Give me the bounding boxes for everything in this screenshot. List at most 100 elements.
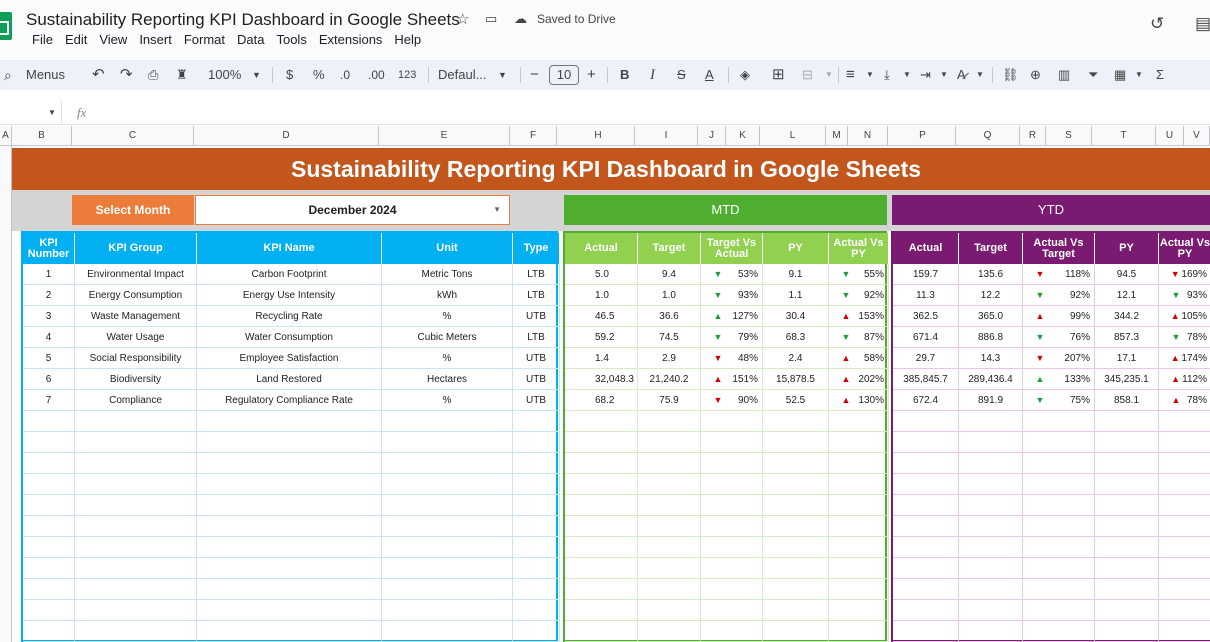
table-row[interactable]: 59.2 74.5 ▼ 79% 68.3 ▼ 87%: [565, 327, 889, 348]
search-icon[interactable]: ⌕: [4, 60, 12, 90]
empty-row[interactable]: [565, 411, 889, 432]
empty-row[interactable]: [23, 558, 560, 579]
column-header-u[interactable]: U: [1156, 126, 1184, 146]
font-family-select[interactable]: Defaul...: [438, 60, 486, 90]
align-chevron-down-icon[interactable]: ▼: [866, 60, 874, 90]
borders-icon[interactable]: ⊞: [772, 60, 785, 90]
table-row[interactable]: 4 Water Usage Water Consumption Cubic Meter…: [23, 327, 560, 348]
column-header-s[interactable]: S: [1046, 126, 1092, 146]
menu-help[interactable]: Help: [388, 32, 427, 48]
menus-search[interactable]: Menus: [26, 60, 65, 90]
table-row[interactable]: 1.4 2.9 ▼ 48% 2.4 ▲ 58%: [565, 348, 889, 369]
menu-tools[interactable]: Tools: [270, 32, 312, 48]
empty-row[interactable]: [565, 453, 889, 474]
filter-icon[interactable]: ⏷: [1088, 60, 1098, 90]
table-row[interactable]: 7 Compliance Regulatory Compliance Rate% UT…: [23, 390, 560, 411]
table-row[interactable]: 5 Social Responsibility Employee Satisfact…: [23, 348, 560, 369]
insert-comment-icon[interactable]: ⊕: [1030, 60, 1041, 90]
horizontal-align-icon[interactable]: ≡: [846, 60, 855, 90]
menu-data[interactable]: Data: [231, 32, 270, 48]
table-row[interactable]: 1.0 1.0 ▼ 93% 1.1 ▼ 92%: [565, 285, 889, 306]
menu-insert[interactable]: Insert: [133, 32, 178, 48]
column-header-b[interactable]: B: [12, 126, 72, 146]
column-header-q[interactable]: Q: [956, 126, 1020, 146]
table-row[interactable]: 362.5 365.0 ▲ 99% 344.2 ▲ 105%: [893, 306, 1210, 327]
increase-font-size-icon[interactable]: +: [587, 60, 596, 90]
print-icon[interactable]: ⎙: [148, 60, 158, 90]
empty-row[interactable]: [565, 432, 889, 453]
table-row[interactable]: 2 Energy Consumption Energy Use Intensity k…: [23, 285, 560, 306]
empty-row[interactable]: [893, 453, 1210, 474]
empty-row[interactable]: [565, 516, 889, 537]
wrap-chevron-down-icon[interactable]: ▼: [940, 60, 948, 90]
document-title[interactable]: Sustainability Reporting KPI Dashboard i…: [26, 10, 460, 30]
table-row[interactable]: 385,845.7 289,436.4 ▲ 133% 345,235.1 ▲ 112%: [893, 369, 1210, 390]
bold-icon[interactable]: B: [620, 60, 629, 90]
table-row[interactable]: 5.0 9.4 ▼ 53% 9.1 ▼ 55%: [565, 264, 889, 285]
column-header-n[interactable]: N: [848, 126, 888, 146]
empty-row[interactable]: [565, 474, 889, 495]
insert-chart-icon[interactable]: ▥: [1058, 60, 1070, 90]
column-header-r[interactable]: R: [1020, 126, 1046, 146]
text-wrapping-icon[interactable]: ⇥: [920, 60, 931, 90]
decrease-decimal-button[interactable]: .0: [340, 60, 350, 90]
insert-link-icon[interactable]: ⛓: [1002, 60, 1019, 90]
column-header-p[interactable]: P: [890, 126, 956, 146]
text-rotation-icon[interactable]: A̷: [957, 60, 966, 90]
column-header-e[interactable]: E: [379, 126, 510, 146]
zoom-chevron-down-icon[interactable]: ▼: [252, 60, 261, 90]
version-history-icon[interactable]: ↺: [1150, 14, 1164, 34]
empty-row[interactable]: [565, 621, 889, 642]
decrease-font-size-icon[interactable]: −: [530, 60, 539, 90]
empty-row[interactable]: [893, 516, 1210, 537]
menu-format[interactable]: Format: [178, 32, 231, 48]
fill-color-icon[interactable]: ◈: [740, 60, 750, 90]
formula-input[interactable]: [100, 101, 1210, 125]
more-formats-button[interactable]: 123: [398, 60, 416, 90]
empty-row[interactable]: [565, 537, 889, 558]
menu-file[interactable]: File: [26, 32, 59, 48]
empty-row[interactable]: [23, 600, 560, 621]
empty-row[interactable]: [893, 495, 1210, 516]
table-row[interactable]: 32,048.3 21,240.2 ▲ 151% 15,878.5 ▲ 202%: [565, 369, 889, 390]
month-chevron-down-icon[interactable]: ▼: [493, 196, 501, 224]
percent-format-button[interactable]: %: [313, 60, 325, 90]
redo-icon[interactable]: ↷: [120, 60, 133, 90]
increase-decimal-button[interactable]: .00: [368, 60, 385, 90]
table-row[interactable]: 3 Waste Management Recycling Rate% UTB: [23, 306, 560, 327]
sheet-grid[interactable]: Sustainability Reporting KPI Dashboard i…: [12, 146, 1210, 642]
column-header-c[interactable]: C: [72, 126, 194, 146]
name-box-chevron-down-icon[interactable]: ▼: [48, 108, 56, 117]
empty-row[interactable]: [23, 495, 560, 516]
empty-row[interactable]: [893, 474, 1210, 495]
empty-row[interactable]: [565, 558, 889, 579]
column-header-t[interactable]: T: [1092, 126, 1156, 146]
italic-icon[interactable]: I: [650, 60, 655, 90]
menu-view[interactable]: View: [93, 32, 133, 48]
filter-views-icon[interactable]: ▦: [1114, 60, 1126, 90]
column-header-a[interactable]: A: [0, 126, 12, 146]
empty-row[interactable]: [23, 537, 560, 558]
table-row[interactable]: 68.2 75.9 ▼ 90% 52.5 ▲ 130%: [565, 390, 889, 411]
column-header-j[interactable]: J: [698, 126, 726, 146]
column-header-f[interactable]: F: [510, 126, 557, 146]
sheets-logo-icon[interactable]: [0, 12, 12, 40]
empty-row[interactable]: [565, 600, 889, 621]
font-chevron-down-icon[interactable]: ▼: [498, 60, 507, 90]
empty-row[interactable]: [893, 537, 1210, 558]
filter-views-chevron-down-icon[interactable]: ▼: [1135, 60, 1143, 90]
empty-row[interactable]: [893, 600, 1210, 621]
empty-row[interactable]: [893, 558, 1210, 579]
move-folder-icon[interactable]: ▭: [485, 11, 497, 27]
table-row[interactable]: 6 Biodiversity Land Restored Hectares UTB: [23, 369, 560, 390]
undo-icon[interactable]: ↶: [92, 60, 105, 90]
strikethrough-icon[interactable]: S: [677, 60, 686, 90]
month-dropdown[interactable]: December 2024 ▼: [195, 195, 510, 225]
column-header-m[interactable]: M: [826, 126, 848, 146]
table-row[interactable]: 672.4 891.9 ▼ 75% 858.1 ▲ 78%: [893, 390, 1210, 411]
empty-row[interactable]: [893, 621, 1210, 642]
column-header-v[interactable]: V: [1184, 126, 1210, 146]
paint-format-icon[interactable]: ♜: [176, 60, 188, 90]
empty-row[interactable]: [23, 453, 560, 474]
column-header-k[interactable]: K: [726, 126, 760, 146]
